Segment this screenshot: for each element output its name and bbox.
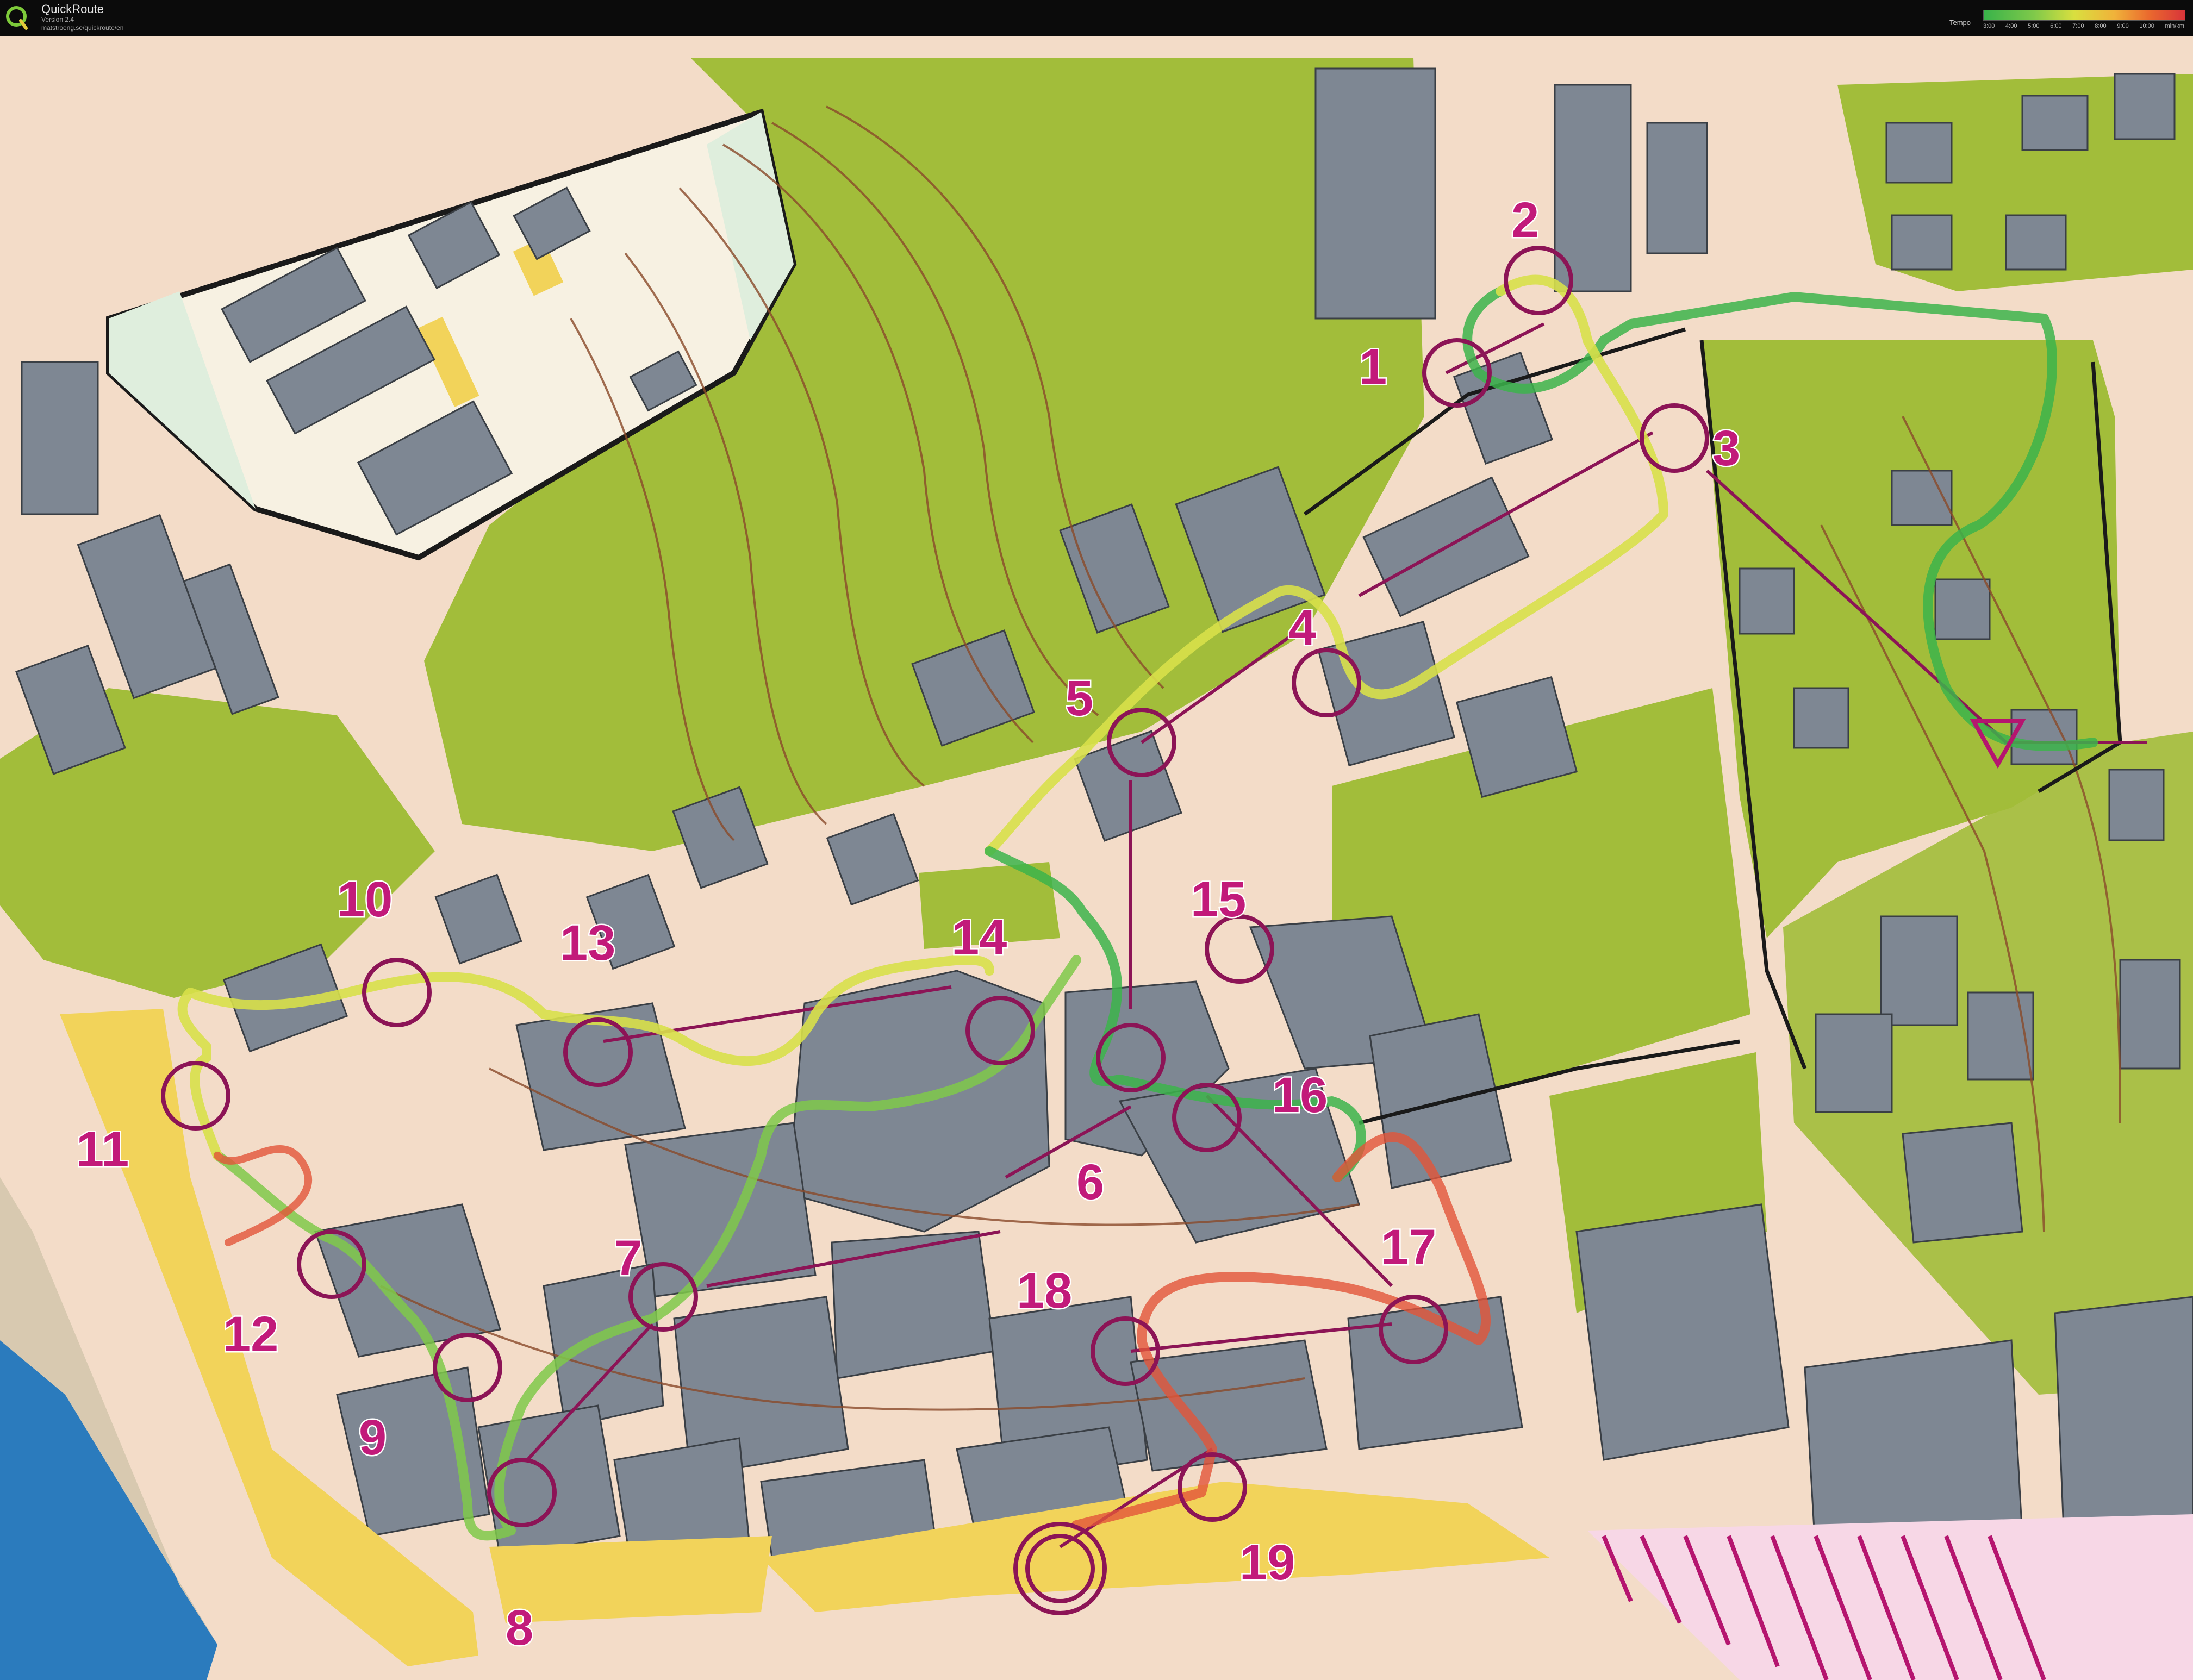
- control-number: 6: [1076, 1154, 1104, 1210]
- title-bar: QuickRoute Version 2.4 matstroeng.se/qui…: [0, 0, 2193, 36]
- control-number: 10: [337, 872, 393, 927]
- quickroute-logo-icon: [6, 6, 28, 30]
- control-number: 13: [560, 915, 615, 971]
- legend-tick: 7:00: [2072, 23, 2084, 29]
- control-number: 18: [1017, 1263, 1072, 1319]
- legend-title: Tempo: [1949, 18, 1971, 27]
- legend-ticks: 3:00 4:00 5:00 6:00 7:00 8:00 9:00 10:00…: [1983, 23, 2184, 29]
- control-number: 14: [951, 910, 1007, 965]
- control-number: 3: [1712, 421, 1740, 476]
- control-number: 17: [1381, 1220, 1436, 1275]
- control-number: 16: [1272, 1067, 1328, 1123]
- control-number: 15: [1191, 872, 1246, 927]
- control-number: 8: [506, 1600, 533, 1656]
- control-number: 9: [359, 1410, 387, 1465]
- control-number: 5: [1066, 671, 1093, 726]
- legend-tick: 8:00: [2095, 23, 2107, 29]
- legend-tick: 6:00: [2050, 23, 2062, 29]
- legend-tick: 5:00: [2028, 23, 2040, 29]
- control-number: 4: [1288, 600, 1316, 655]
- pace-legend: Tempo 3:00 4:00 5:00 6:00 7:00 8:00 9:00…: [1949, 5, 2189, 30]
- control-number: 2: [1511, 192, 1539, 248]
- control-number: 11: [76, 1122, 129, 1177]
- legend-tick: 3:00: [1983, 23, 1995, 29]
- legend-tick: 10:00: [2139, 23, 2154, 29]
- control-number: 1: [1359, 339, 1387, 395]
- app-url: matstroeng.se/quickroute/en: [41, 24, 124, 32]
- legend-tick: min/km: [2165, 23, 2184, 29]
- control-number: 7: [614, 1231, 642, 1286]
- legend-tick: 4:00: [2005, 23, 2017, 29]
- control-number: 19: [1239, 1535, 1295, 1590]
- pace-color-scale: [1983, 10, 2185, 21]
- control-number: 12: [223, 1307, 278, 1362]
- app-name: QuickRoute: [41, 2, 104, 16]
- legend-tick: 9:00: [2117, 23, 2129, 29]
- map-svg[interactable]: 1 2 3 4 5 6 7 8 9 10 11 12 13 14 15 16 1…: [0, 36, 2193, 1680]
- orienteering-map-canvas[interactable]: 1 2 3 4 5 6 7 8 9 10 11 12 13 14 15 16 1…: [0, 36, 2193, 1680]
- app-version: Version 2.4: [41, 16, 74, 23]
